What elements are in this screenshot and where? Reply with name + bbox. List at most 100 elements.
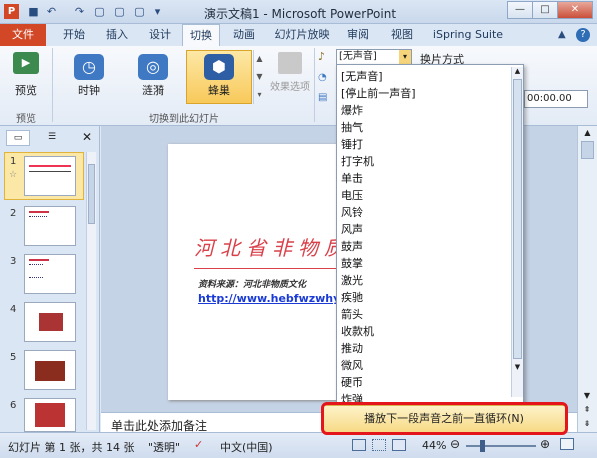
redo-icon[interactable]: ↷ <box>72 4 87 19</box>
outline-tab-icon[interactable]: ☰ <box>40 130 64 146</box>
clock-icon: ◷ <box>74 54 104 80</box>
slide-title[interactable]: 河北省非物质 <box>194 232 350 261</box>
app-icon[interactable]: P <box>4 4 19 19</box>
zoom-level[interactable]: 44% <box>422 439 446 452</box>
tab-slideshow[interactable]: 幻灯片放映 <box>270 24 334 46</box>
sound-option[interactable]: 硬币 <box>341 374 363 391</box>
ribbon-tabs: 文件 开始 插入 设计 切换 动画 幻灯片放映 审阅 视图 iSpring Su… <box>0 24 597 63</box>
normal-view-icon[interactable] <box>352 439 366 451</box>
slide-number: 1 <box>10 156 17 167</box>
maximize-button[interactable]: □ <box>532 1 558 19</box>
zoom-slider[interactable] <box>466 445 536 447</box>
close-pane-icon[interactable]: ✕ <box>82 130 92 144</box>
slide-number: 3 <box>10 256 17 267</box>
scroll-up-icon[interactable]: ▲ <box>578 128 597 137</box>
save-icon[interactable]: ■ <box>26 4 41 19</box>
transition-ripple[interactable]: ◎ 涟漪 <box>120 50 186 104</box>
scroll-thumb[interactable] <box>513 79 522 359</box>
slide-thumbnail[interactable] <box>24 156 76 196</box>
gallery-scroll[interactable]: ▲ ▼ ▾ <box>253 50 265 104</box>
tab-view[interactable]: 视图 <box>384 24 420 46</box>
effect-options-label: 效果选项 <box>270 82 310 93</box>
slide-info: 幻灯片 第 1 张，共 14 张 <box>8 441 135 454</box>
tab-insert[interactable]: 插入 <box>98 24 136 46</box>
group-divider <box>314 48 315 122</box>
sound-option[interactable]: 单击 <box>341 170 363 187</box>
quick-access-icon[interactable]: ▢ <box>112 4 127 19</box>
duration-input[interactable]: 00:00.00 <box>524 90 588 108</box>
slide-thumbnail[interactable] <box>24 206 76 246</box>
minimize-ribbon-icon[interactable]: ▲ <box>558 29 566 40</box>
transition-clock[interactable]: ◷ 时钟 <box>56 50 122 104</box>
sound-option[interactable]: 激光 <box>341 272 363 289</box>
tab-home[interactable]: 开始 <box>56 24 92 46</box>
sound-option[interactable]: [停止前一声音] <box>341 85 416 102</box>
preview-group-label: 预览 <box>16 114 36 125</box>
sound-option[interactable]: [无声音] <box>341 68 383 85</box>
slide-thumbnail[interactable] <box>24 302 76 342</box>
reading-view-icon[interactable] <box>392 439 406 451</box>
scroll-thumb[interactable] <box>88 164 95 224</box>
tab-animations[interactable]: 动画 <box>226 24 262 46</box>
zoom-slider-thumb[interactable] <box>480 440 485 452</box>
help-icon[interactable]: ? <box>576 28 590 42</box>
sound-option[interactable]: 收款机 <box>341 323 374 340</box>
effect-options-icon <box>278 52 302 74</box>
slide-thumbnail[interactable] <box>24 350 76 390</box>
preview-button[interactable]: ▶ 预览 <box>6 50 46 104</box>
sorter-view-icon[interactable] <box>372 439 386 451</box>
scroll-thumb[interactable] <box>581 141 594 159</box>
prev-slide-icon[interactable]: ⇞ <box>578 405 596 414</box>
slide-number: 6 <box>10 400 17 411</box>
next-slide-icon[interactable]: ⇟ <box>578 419 596 428</box>
sound-option[interactable]: 箭头 <box>341 306 363 323</box>
sound-select[interactable]: [无声音] ▾ <box>336 49 412 65</box>
sound-option[interactable]: 鼓掌 <box>341 255 363 272</box>
effect-options-button[interactable]: 效果选项 <box>268 50 312 104</box>
sound-option[interactable]: 锤打 <box>341 136 363 153</box>
slide-thumbnail[interactable] <box>24 398 76 432</box>
scroll-down-icon[interactable]: ▼ <box>512 363 523 371</box>
sound-option[interactable]: 风声 <box>341 221 363 238</box>
pane-scrollbar[interactable] <box>86 152 96 430</box>
vertical-scrollbar[interactable]: ▲ ▼ ⇞ ⇟ <box>577 126 597 432</box>
language-indicator[interactable]: 中文(中国) <box>220 439 273 455</box>
scroll-up-icon[interactable]: ▲ <box>512 67 523 75</box>
sound-option[interactable]: 微风 <box>341 357 363 374</box>
quick-access-icon[interactable]: ▢ <box>132 4 147 19</box>
dropdown-scrollbar[interactable]: ▲ ▼ <box>511 67 523 397</box>
tab-file[interactable]: 文件 <box>0 24 46 46</box>
minimize-button[interactable]: — <box>507 1 533 19</box>
tab-ispring[interactable]: iSpring Suite 8 <box>428 24 508 63</box>
close-button[interactable]: ✕ <box>557 1 593 19</box>
tab-review[interactable]: 审阅 <box>340 24 376 46</box>
sound-option[interactable]: 电压 <box>341 187 363 204</box>
sound-dropdown-list: [无声音] [停止前一声音] 爆炸 抽气 锤打 打字机 单击 电压 风铃 风声 鼓声 鼓掌 激光 疾驰 箭头… <box>336 64 524 424</box>
title-bar: P ■ ↶ ↷ ▢ ▢ ▢ ▾ 演示文稿1 - Microsoft PowerP… <box>0 0 597 24</box>
star-icon: ☆ <box>9 170 18 180</box>
apply-all-icon[interactable]: ▤ <box>318 92 327 103</box>
sound-option[interactable]: 抽气 <box>341 119 363 136</box>
sound-option[interactable]: 鼓声 <box>341 238 363 255</box>
dropdown-arrow-icon: ▾ <box>399 50 411 64</box>
zoom-out-icon[interactable]: ⊖ <box>450 437 460 451</box>
transition-honeycomb[interactable]: ⬢ 蜂巢 <box>186 50 252 104</box>
spellcheck-icon[interactable]: ✓ <box>194 438 203 451</box>
zoom-in-icon[interactable]: ⊕ <box>540 437 550 451</box>
sound-option[interactable]: 疾驰 <box>341 289 363 306</box>
sound-option[interactable]: 爆炸 <box>341 102 363 119</box>
customize-qat-icon[interactable]: ▾ <box>150 4 165 19</box>
scroll-down-icon[interactable]: ▼ <box>578 391 596 400</box>
sound-option[interactable]: 打字机 <box>341 153 374 170</box>
fit-window-icon[interactable] <box>560 438 574 450</box>
sound-option[interactable]: 风铃 <box>341 204 363 221</box>
tab-design[interactable]: 设计 <box>142 24 178 46</box>
quick-access-icon[interactable]: ▢ <box>92 4 107 19</box>
slides-tab-icon[interactable]: ▭ <box>6 130 30 146</box>
duration-value: 00:00.00 <box>527 93 572 104</box>
sound-option[interactable]: 推动 <box>341 340 363 357</box>
slide-thumbnail[interactable] <box>24 254 76 294</box>
tab-transitions[interactable]: 切换 <box>182 24 220 46</box>
undo-icon[interactable]: ↶ <box>44 4 59 19</box>
status-bar: 幻灯片 第 1 张，共 14 张 "透明" ✓ 中文(中国) 44% ⊖ ⊕ <box>0 432 597 458</box>
